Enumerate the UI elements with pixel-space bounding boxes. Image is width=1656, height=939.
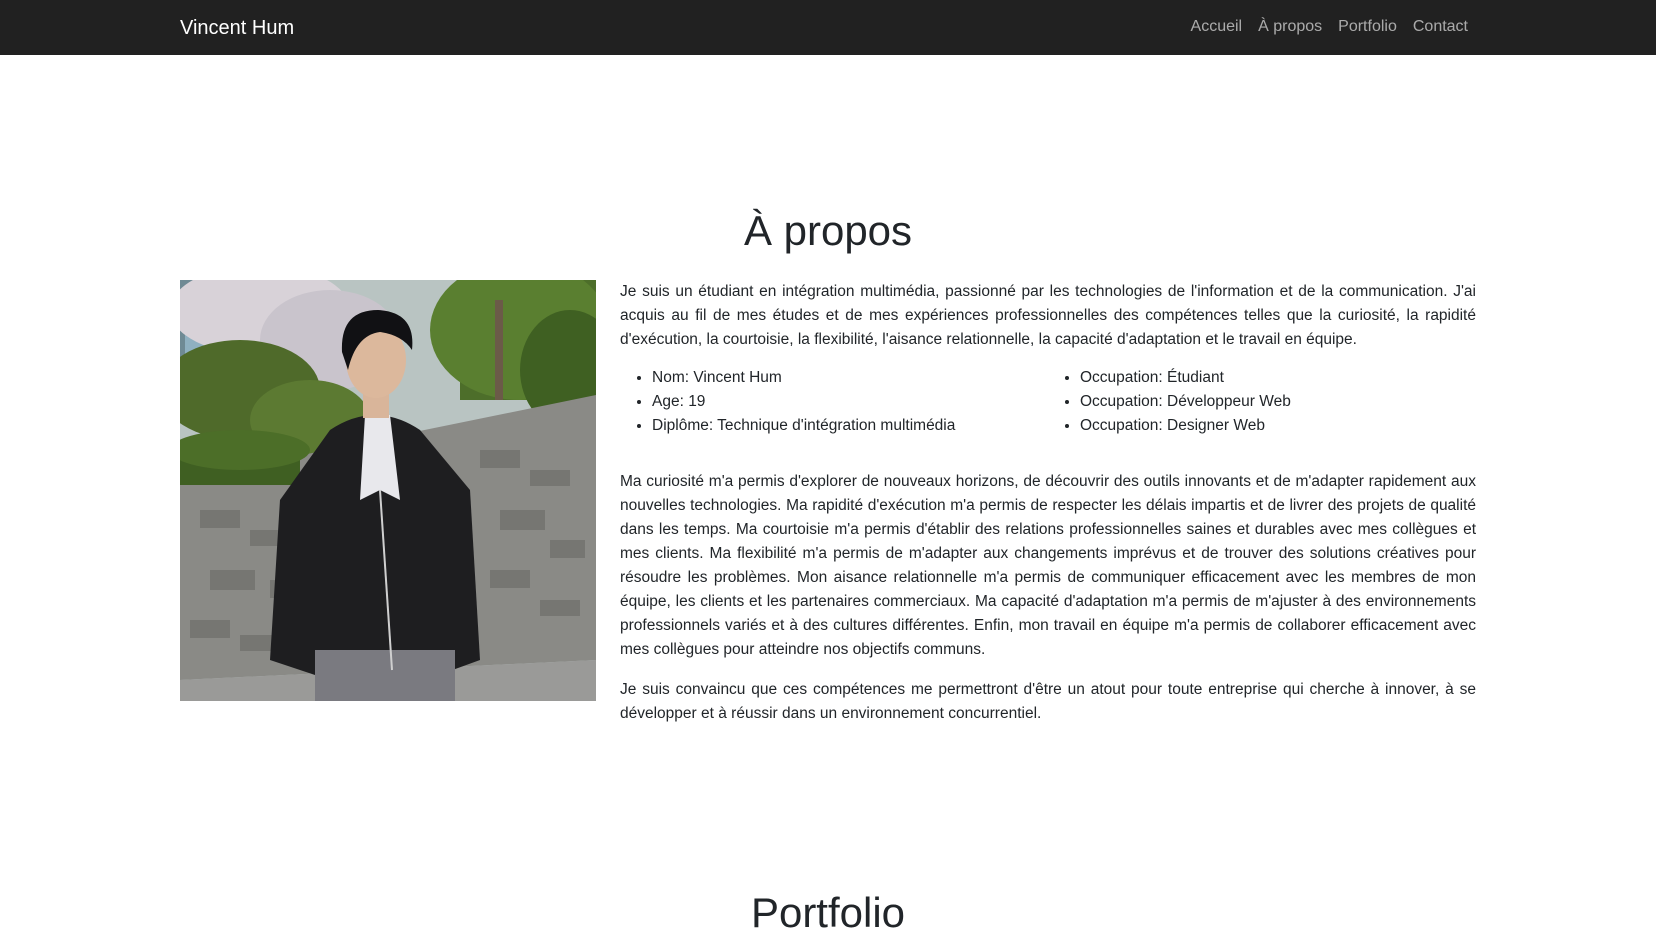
about-intro: Je suis un étudiant en intégration multi… [620, 283, 1476, 348]
about-title: À propos [743, 207, 913, 254]
about-paragraph-3: Je suis convaincu que ces compétences me… [620, 681, 1476, 722]
navbar: Vincent Hum Accueil À propos Portfolio C… [0, 0, 1656, 55]
info-item: Occupation: Développeur Web [1080, 390, 1476, 414]
info-item: Occupation: Étudiant [1080, 366, 1476, 390]
info-list-right: Occupation: Étudiant Occupation: Dévelop… [1048, 366, 1476, 438]
info-item: Diplôme: Technique d'intégration multimé… [652, 414, 1048, 438]
about-text: Je suis un étudiant en intégration multi… [620, 280, 1476, 726]
portrait-photo [180, 280, 596, 701]
nav-link-contact[interactable]: Contact [1413, 17, 1468, 37]
about-paragraph-2: Ma curiosité m'a permis d'explorer de no… [620, 473, 1476, 658]
info-item: Age: 19 [652, 390, 1048, 414]
brand-link[interactable]: Vincent Hum [180, 16, 294, 40]
nav-link-portfolio[interactable]: Portfolio [1338, 17, 1397, 37]
nav-link-accueil[interactable]: Accueil [1191, 17, 1243, 37]
portfolio-title: Portfolio [750, 889, 906, 936]
info-item: Nom: Vincent Hum [652, 366, 1048, 390]
nav-links: Accueil À propos Portfolio Contact [1191, 17, 1468, 37]
nav-link-a-propos[interactable]: À propos [1258, 17, 1322, 37]
info-item: Occupation: Designer Web [1080, 414, 1476, 438]
info-grid: Nom: Vincent Hum Age: 19 Diplôme: Techni… [620, 366, 1476, 438]
info-list-left: Nom: Vincent Hum Age: 19 Diplôme: Techni… [620, 366, 1048, 438]
